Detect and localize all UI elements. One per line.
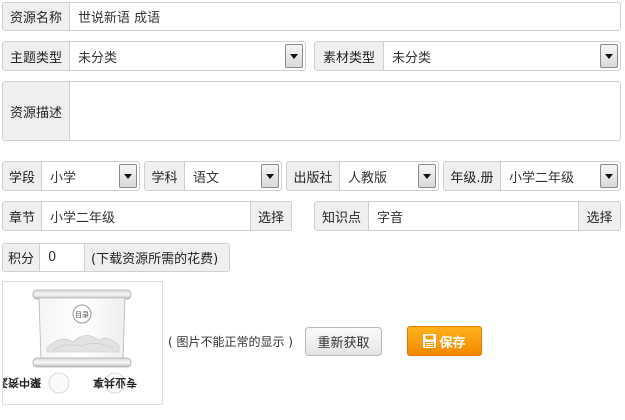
resource-name-input[interactable]: 世说新语 成语 <box>70 3 620 30</box>
chevron-down-icon[interactable] <box>285 44 303 68</box>
resource-name-label: 资源名称 <box>3 3 70 30</box>
stage-label: 学段 <box>3 162 42 190</box>
points-label: 积分 <box>3 244 40 271</box>
scroll-badge-text: 目录 <box>75 311 89 319</box>
grade-select[interactable]: 年级.册 小学二年级 <box>443 161 621 191</box>
subject-select[interactable]: 学科 语文 <box>144 161 282 191</box>
save-button[interactable]: 保存 <box>407 326 482 356</box>
knowledge-select-button[interactable]: 选择 <box>578 202 620 230</box>
points-note: (下载资源所需的花费) <box>84 244 229 271</box>
stage-value[interactable]: 小学 <box>42 162 119 190</box>
publisher-value[interactable]: 人教版 <box>340 162 418 190</box>
scroll-illustration: 目录 聚中资源 专业共享 <box>0 289 137 394</box>
publisher-select[interactable]: 出版社 人教版 <box>286 161 439 191</box>
refresh-button[interactable]: 重新获取 <box>305 327 382 356</box>
stage-select[interactable]: 学段 小学 <box>2 161 140 191</box>
resource-name-field[interactable]: 资源名称 世说新语 成语 <box>2 2 621 31</box>
points-field[interactable]: 积分 0 (下载资源所需的花费) <box>2 243 230 272</box>
caption-right-text: 专业共享 <box>93 376 137 390</box>
grade-label: 年级.册 <box>444 162 501 190</box>
chapter-field[interactable]: 章节 小学二年级 选择 <box>2 201 292 231</box>
subject-value[interactable]: 语文 <box>185 162 261 190</box>
chapter-label: 章节 <box>3 202 42 230</box>
chevron-down-icon[interactable] <box>119 164 137 188</box>
floppy-disk-icon <box>423 334 437 348</box>
knowledge-field[interactable]: 知识点 字音 选择 <box>314 201 621 231</box>
points-input[interactable]: 0 <box>40 244 84 271</box>
chevron-down-icon[interactable] <box>261 164 279 188</box>
material-type-value[interactable]: 未分类 <box>384 42 600 70</box>
description-textarea[interactable] <box>70 82 620 140</box>
topic-type-label: 主题类型 <box>3 42 70 70</box>
image-notice: ( 图片不能正常的显示 ) <box>168 335 293 349</box>
topic-type-value[interactable]: 未分类 <box>70 42 285 70</box>
chapter-input[interactable]: 小学二年级 <box>42 202 250 230</box>
grade-value[interactable]: 小学二年级 <box>501 162 600 190</box>
caption-left-text: 聚中资源 <box>3 376 42 390</box>
chevron-down-icon[interactable] <box>418 164 436 188</box>
chapter-select-button[interactable]: 选择 <box>250 202 291 230</box>
chevron-down-icon[interactable] <box>600 164 618 188</box>
knowledge-label: 知识点 <box>315 202 369 230</box>
material-type-select[interactable]: 素材类型 未分类 <box>314 41 621 71</box>
material-type-label: 素材类型 <box>315 42 384 70</box>
knowledge-input[interactable]: 字音 <box>369 202 578 230</box>
description-label: 资源描述 <box>3 82 70 140</box>
topic-type-select[interactable]: 主题类型 未分类 <box>2 41 306 71</box>
save-button-label: 保存 <box>439 335 466 351</box>
chevron-down-icon[interactable] <box>600 44 618 68</box>
subject-label: 学科 <box>145 162 185 190</box>
thumbnail-image: 目录 聚中资源 专业共享 <box>0 281 163 405</box>
publisher-label: 出版社 <box>287 162 340 190</box>
description-field[interactable]: 资源描述 <box>2 81 621 141</box>
